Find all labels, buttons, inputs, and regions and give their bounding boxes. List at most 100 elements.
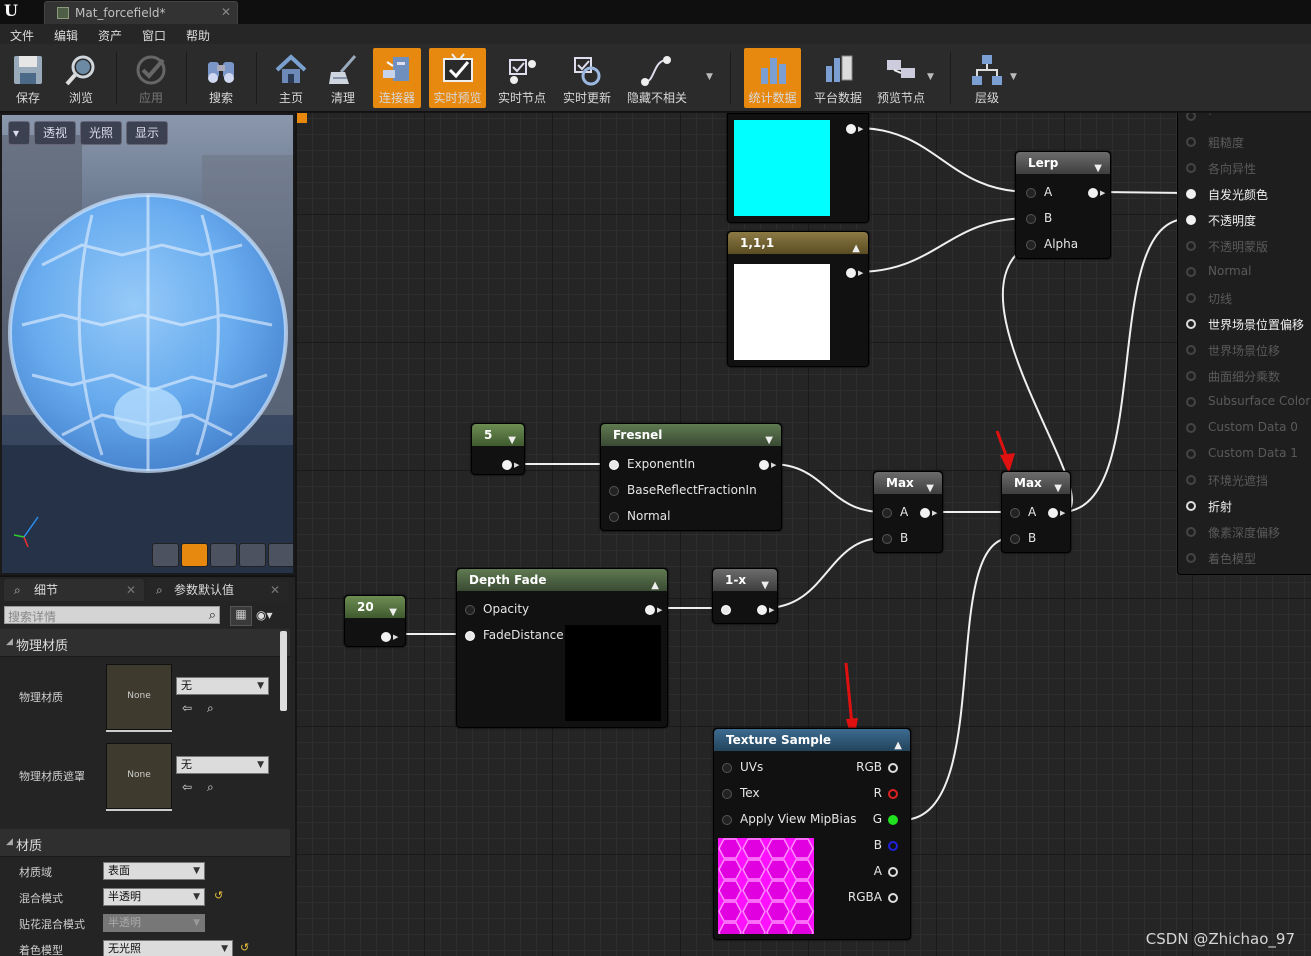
live-nodes-button[interactable]: 实时节点 (494, 48, 550, 108)
max-node-2[interactable]: Max ▼ A B ▶ (1001, 471, 1071, 553)
grid-view-icon[interactable]: ▦ (230, 606, 252, 626)
collapse-triangle-icon[interactable]: ▼ (389, 602, 397, 624)
output-pin[interactable] (846, 268, 856, 278)
input-pin[interactable] (1026, 240, 1036, 250)
preview-node-chevron-icon[interactable]: ▼ (927, 72, 934, 82)
input-pin[interactable] (609, 512, 619, 522)
collapse-triangle-icon[interactable]: ▼ (926, 478, 934, 500)
collapse-triangle-icon[interactable]: ▼ (1054, 478, 1062, 500)
section-material[interactable]: ◢ 材质 (0, 829, 290, 857)
output-pin[interactable] (759, 460, 769, 470)
cylinder-shape-icon[interactable] (152, 543, 179, 567)
input-pin[interactable] (465, 631, 475, 641)
use-asset-arrow-icon[interactable]: ⇦ (182, 701, 192, 715)
reset-default-icon[interactable]: ↺ (214, 889, 223, 902)
output-pin[interactable] (846, 124, 856, 134)
input-pin[interactable] (1026, 214, 1036, 224)
fresnel-node[interactable]: Fresnel ▼ ExponentIn BaseReflectFraction… (600, 423, 782, 531)
material-graph[interactable]: ▶ 1,1,1 ▲ ▶ Lerp ▼ A B Alpha ▶ 5 ▼ ▶ Fre… (297, 113, 1311, 956)
menu-asset[interactable]: 资产 (98, 27, 122, 44)
show-button[interactable]: 显示 (126, 121, 169, 145)
menu-window[interactable]: 窗口 (142, 27, 166, 44)
constant-color-node-cyan[interactable]: ▶ (727, 113, 869, 223)
input-pin[interactable] (722, 815, 732, 825)
collapse-triangle-icon[interactable]: ▼ (761, 575, 769, 597)
phys-material-combo[interactable]: 无 ▼ (176, 677, 269, 695)
lit-button[interactable]: 光照 (80, 121, 123, 145)
live-update-button[interactable]: 实时更新 (558, 48, 616, 108)
input-pin[interactable] (465, 605, 475, 615)
menu-file[interactable]: 文件 (10, 27, 34, 44)
details-scrollbar[interactable] (280, 631, 287, 711)
collapse-triangle-icon[interactable]: ▼ (1094, 158, 1102, 180)
output-pin[interactable] (381, 632, 391, 642)
constant-node-20[interactable]: 20 ▼ ▶ (344, 595, 406, 647)
save-button[interactable]: 保存 (6, 48, 50, 108)
input-pin[interactable] (882, 534, 892, 544)
section-physical-material[interactable]: ◢ 物理材质 (0, 629, 290, 657)
one-minus-node[interactable]: 1-x ▼ ▶ (712, 568, 778, 624)
menu-help[interactable]: 帮助 (186, 27, 210, 44)
input-pin[interactable] (722, 763, 732, 773)
live-preview-button[interactable]: 实时预览 (429, 48, 486, 108)
stats-button[interactable]: 统计数据 (744, 48, 801, 108)
collapse-triangle-icon[interactable]: ▼ (765, 430, 773, 452)
preview-viewport[interactable]: ▾ 透视 光照 显示 (0, 113, 295, 575)
browse-asset-search-icon[interactable]: ⌕ (207, 701, 214, 716)
home-button[interactable]: 主页 (268, 48, 314, 108)
mesh-shape-icon[interactable] (268, 543, 293, 567)
input-pin[interactable] (722, 789, 732, 799)
material-domain-combo[interactable]: 表面 ▼ (103, 862, 205, 880)
output-pin[interactable] (888, 893, 898, 903)
input-pin[interactable] (1010, 534, 1020, 544)
reset-default-icon[interactable]: ↺ (240, 941, 249, 954)
constant-color-node-white[interactable]: 1,1,1 ▲ ▶ (727, 231, 869, 367)
input-pin[interactable] (1010, 508, 1020, 518)
sphere-shape-icon[interactable] (181, 543, 208, 567)
hierarchy-button[interactable]: 层级 (964, 48, 1010, 108)
hide-unrelated-button[interactable]: 隐藏不相关 (624, 48, 690, 108)
output-pin[interactable] (1088, 188, 1098, 198)
input-pin[interactable] (1026, 188, 1036, 198)
output-pin[interactable] (1048, 508, 1058, 518)
tab-details[interactable]: 细节 ⌕ ✕ (4, 579, 144, 601)
tab-parameter-defaults[interactable]: 参数默认值 ⌕ ✕ (148, 579, 288, 601)
viewport-options-chevron-icon[interactable]: ▾ (8, 121, 30, 145)
preview-node-button[interactable]: 预览节点 (873, 48, 929, 108)
lerp-node[interactable]: Lerp ▼ A B Alpha ▶ (1015, 151, 1111, 259)
tab-close-icon[interactable]: ✕ (221, 5, 231, 19)
output-pin-blue[interactable] (888, 841, 898, 851)
hierarchy-chevron-icon[interactable]: ▼ (1010, 72, 1017, 82)
output-pin-green[interactable] (888, 815, 898, 825)
max-node-1[interactable]: Max ▼ A B ▶ (873, 471, 943, 553)
material-result-node[interactable]: ‧ 粗糙度 各向异性 自发光颜色 不透明度 不透明蒙版 Normal 切线 世界… (1177, 113, 1311, 575)
collapse-triangle-icon[interactable]: ▲ (651, 575, 659, 597)
menu-edit[interactable]: 编辑 (54, 27, 78, 44)
details-search-input[interactable]: 搜索详情 ⌕ (4, 606, 220, 624)
document-tab[interactable]: Mat_forcefield* ✕ (44, 1, 238, 24)
output-pin[interactable] (757, 605, 767, 615)
cube-shape-icon[interactable] (239, 543, 266, 567)
input-pin[interactable] (609, 486, 619, 496)
plane-shape-icon[interactable] (210, 543, 237, 567)
phys-material-thumbnail[interactable]: None (106, 664, 172, 730)
collapse-triangle-icon[interactable]: ▲ (852, 238, 860, 260)
browse-asset-search-icon[interactable]: ⌕ (207, 780, 214, 795)
unreal-logo-icon[interactable]: U (4, 1, 24, 21)
platform-stats-button[interactable]: 平台数据 (810, 48, 866, 108)
output-pin[interactable] (888, 763, 898, 773)
collapse-triangle-icon[interactable]: ▲ (894, 735, 902, 757)
browse-button[interactable]: 浏览 (58, 48, 104, 108)
collapse-triangle-icon[interactable]: ▼ (508, 430, 516, 452)
depth-fade-node[interactable]: Depth Fade ▲ Opacity FadeDistance ▶ (456, 568, 668, 728)
tab-close-icon[interactable]: ✕ (126, 579, 136, 601)
input-pin[interactable] (882, 508, 892, 518)
apply-button[interactable]: 应用 (128, 48, 174, 108)
toolbar-overflow-chevron-icon[interactable]: ▼ (706, 72, 713, 82)
phys-mask-thumbnail[interactable]: None (106, 743, 172, 809)
phys-mask-combo[interactable]: 无 ▼ (176, 756, 269, 774)
input-pin[interactable] (721, 605, 731, 615)
output-pin[interactable] (502, 460, 512, 470)
clean-button[interactable]: 清理 (320, 48, 366, 108)
output-pin[interactable] (888, 867, 898, 877)
